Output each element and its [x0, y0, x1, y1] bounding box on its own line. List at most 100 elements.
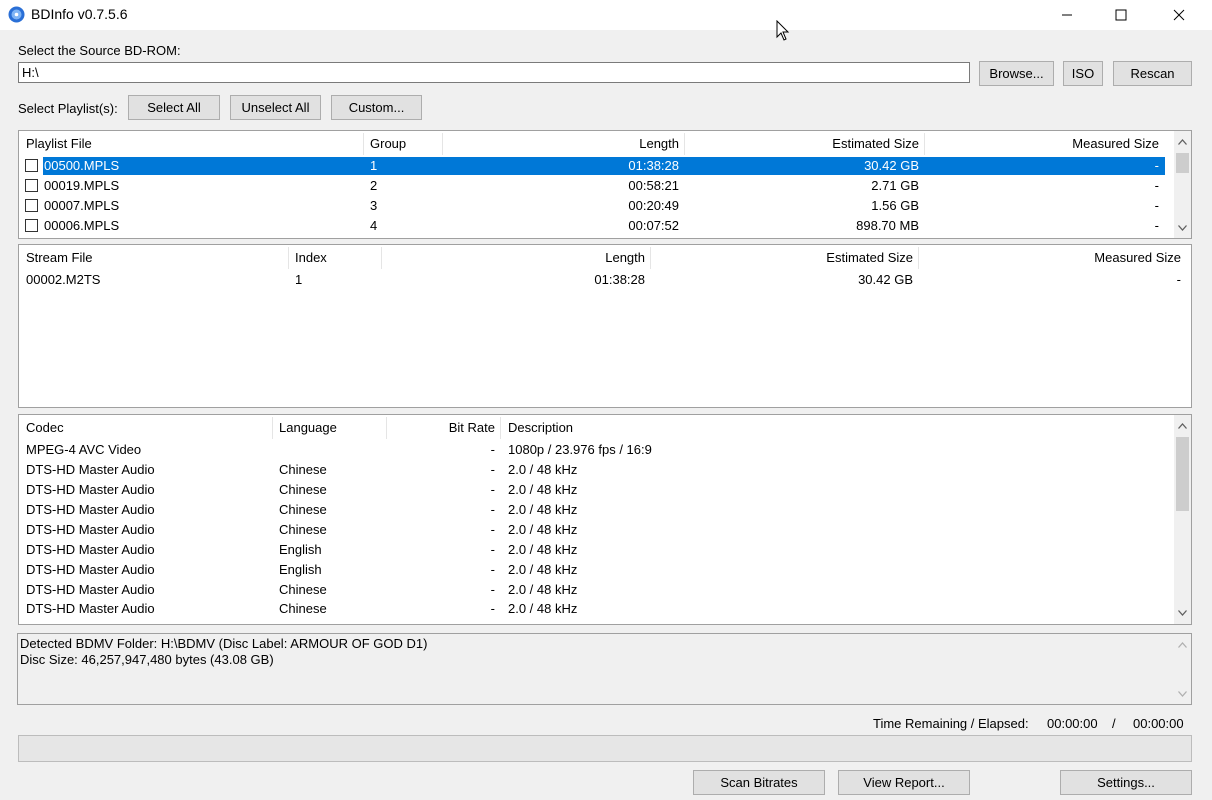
playlist-checkbox[interactable] — [25, 159, 38, 172]
playlist-checkbox[interactable] — [25, 199, 38, 212]
codec-language: Chinese — [279, 582, 327, 597]
codec-name[interactable]: DTS-HD Master Audio — [26, 501, 155, 519]
col-measured-size[interactable]: Measured Size — [925, 131, 1159, 155]
col-bit-rate[interactable]: Bit Rate — [387, 415, 495, 439]
codec-name[interactable]: DTS-HD Master Audio — [26, 581, 155, 599]
select-playlists-label: Select Playlist(s): — [18, 101, 118, 116]
codec-language: Chinese — [279, 462, 327, 477]
browse-button[interactable]: Browse... — [979, 61, 1054, 86]
codec-language: Chinese — [279, 522, 327, 537]
col-estimated-size[interactable]: Estimated Size — [685, 131, 919, 155]
maximize-button[interactable] — [1098, 0, 1144, 30]
scroll-thumb[interactable] — [1176, 153, 1189, 173]
playlist-length: 01:38:28 — [628, 158, 679, 173]
codec-name[interactable]: MPEG-4 AVC Video — [26, 441, 141, 459]
col-index[interactable]: Index — [295, 245, 327, 269]
scroll-thumb[interactable] — [1176, 437, 1189, 511]
select-all-button[interactable]: Select All — [128, 95, 220, 120]
playlist-est-size: 1.56 GB — [871, 198, 919, 213]
playlist-checkbox[interactable] — [25, 219, 38, 232]
codec-description: 2.0 / 48 kHz — [508, 462, 578, 477]
window-title: BDInfo v0.7.5.6 — [31, 6, 128, 22]
custom-button[interactable]: Custom... — [331, 95, 422, 120]
playlist-group: 2 — [370, 178, 378, 193]
col-estimated-size[interactable]: Estimated Size — [651, 245, 913, 269]
title-bar: BDInfo v0.7.5.6 — [0, 0, 1212, 30]
scroll-up-icon[interactable] — [1174, 133, 1191, 150]
scroll-up-icon[interactable] — [1174, 636, 1191, 653]
playlist-est-size: 898.70 MB — [856, 218, 919, 233]
codec-language: Chinese — [279, 482, 327, 497]
codec-name[interactable]: DTS-HD Master Audio — [26, 561, 155, 579]
col-language[interactable]: Language — [279, 415, 337, 439]
codec-name[interactable]: DTS-HD Master Audio — [26, 600, 155, 618]
scroll-down-icon[interactable] — [1174, 685, 1191, 702]
settings-button[interactable]: Settings... — [1060, 770, 1192, 795]
time-remaining-label: Time Remaining / Elapsed: — [873, 716, 1029, 731]
info-scrollbar[interactable] — [1174, 634, 1191, 704]
source-label: Select the Source BD-ROM: — [18, 43, 181, 58]
codec-bitrate: - — [490, 442, 495, 457]
col-stream-file[interactable]: Stream File — [26, 245, 92, 269]
codec-language: Chinese — [279, 502, 327, 517]
playlist-file[interactable]: 00019.MPLS — [44, 177, 119, 195]
minimize-button[interactable] — [1044, 0, 1090, 30]
codec-description: 2.0 / 48 kHz — [508, 502, 578, 517]
scroll-up-icon[interactable] — [1174, 417, 1191, 434]
codec-scrollbar[interactable] — [1174, 415, 1191, 624]
stream-file[interactable]: 00002.M2TS — [26, 271, 100, 289]
codec-name[interactable]: DTS-HD Master Audio — [26, 541, 155, 559]
playlist-measured-size: - — [1154, 158, 1159, 173]
stream-table[interactable]: Stream File Index Length Estimated Size … — [18, 244, 1192, 408]
codec-description: 2.0 / 48 kHz — [508, 482, 578, 497]
scroll-down-icon[interactable] — [1174, 604, 1191, 621]
playlist-checkbox[interactable] — [25, 179, 38, 192]
col-length[interactable]: Length — [382, 245, 645, 269]
playlist-file[interactable]: 00006.MPLS — [44, 217, 119, 235]
playlist-scrollbar[interactable] — [1174, 131, 1191, 238]
codec-description: 2.0 / 48 kHz — [508, 582, 578, 597]
info-textarea[interactable]: Detected BDMV Folder: H:\BDMV (Disc Labe… — [17, 633, 1192, 705]
playlist-file[interactable]: 00007.MPLS — [44, 197, 119, 215]
codec-name[interactable]: DTS-HD Master Audio — [26, 521, 155, 539]
codec-bitrate: - — [490, 482, 495, 497]
codec-bitrate: - — [490, 601, 495, 616]
playlist-length: 00:58:21 — [628, 178, 679, 193]
stream-index: 1 — [295, 272, 303, 287]
scroll-down-icon[interactable] — [1174, 219, 1191, 236]
codec-bitrate: - — [490, 462, 495, 477]
playlist-file[interactable]: 00500.MPLS — [44, 157, 119, 175]
rescan-button[interactable]: Rescan — [1113, 61, 1192, 86]
col-codec[interactable]: Codec — [26, 415, 64, 439]
codec-bitrate: - — [490, 562, 495, 577]
playlist-length: 00:07:52 — [628, 218, 679, 233]
codec-description: 1080p / 23.976 fps / 16:9 — [508, 442, 652, 457]
close-icon — [1173, 9, 1185, 21]
codec-bitrate: - — [490, 582, 495, 597]
codec-bitrate: - — [490, 522, 495, 537]
codec-language: English — [279, 542, 322, 557]
col-group[interactable]: Group — [370, 131, 406, 155]
col-description[interactable]: Description — [508, 415, 573, 439]
col-measured-size[interactable]: Measured Size — [919, 245, 1181, 269]
codec-name[interactable]: DTS-HD Master Audio — [26, 481, 155, 499]
time-separator: / — [1112, 716, 1116, 731]
playlist-length: 00:20:49 — [628, 198, 679, 213]
codec-language: Chinese — [279, 601, 327, 616]
close-button[interactable] — [1156, 0, 1202, 30]
stream-length: 01:38:28 — [594, 272, 645, 287]
codec-bitrate: - — [490, 542, 495, 557]
col-length[interactable]: Length — [443, 131, 679, 155]
scan-bitrates-button[interactable]: Scan Bitrates — [693, 770, 825, 795]
iso-button[interactable]: ISO — [1063, 61, 1103, 86]
playlist-measured-size: - — [1154, 218, 1159, 233]
codec-table[interactable]: Codec Language Bit Rate Description MPEG… — [18, 414, 1192, 625]
view-report-button[interactable]: View Report... — [838, 770, 970, 795]
col-playlist-file[interactable]: Playlist File — [26, 131, 92, 155]
codec-name[interactable]: DTS-HD Master Audio — [26, 461, 155, 479]
source-path-input[interactable]: H:\ — [18, 62, 970, 83]
unselect-all-button[interactable]: Unselect All — [230, 95, 321, 120]
time-remaining-value: 00:00:00 — [1047, 716, 1098, 731]
playlist-measured-size: - — [1154, 178, 1159, 193]
playlist-table[interactable]: Playlist File Group Length Estimated Siz… — [18, 130, 1192, 239]
